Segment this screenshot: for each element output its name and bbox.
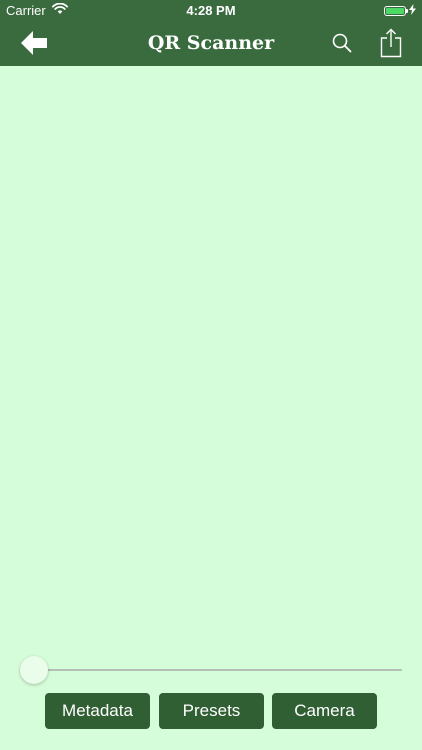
search-icon	[332, 33, 352, 53]
scanner-view[interactable]	[0, 66, 422, 750]
battery-fill	[386, 7, 404, 14]
status-time: 4:28 PM	[186, 3, 236, 18]
battery-cap	[406, 8, 408, 13]
share-icon	[380, 28, 402, 58]
slider-thumb[interactable]	[20, 656, 48, 684]
status-right	[384, 3, 416, 18]
camera-button[interactable]: Camera	[272, 693, 377, 729]
presets-button[interactable]: Presets	[159, 693, 264, 729]
bottom-toolbar: Metadata Presets Camera	[0, 693, 422, 729]
status-bar: Carrier 4:28 PM	[0, 0, 422, 20]
share-button[interactable]	[374, 24, 408, 62]
metadata-button[interactable]: Metadata	[45, 693, 150, 729]
search-button[interactable]	[326, 28, 358, 58]
slider-track[interactable]	[34, 669, 402, 671]
navigation-bar: QR Scanner	[0, 20, 422, 66]
battery-icon	[384, 5, 408, 16]
zoom-slider[interactable]	[20, 656, 402, 684]
charging-icon	[409, 3, 416, 18]
page-title: QR Scanner	[147, 32, 275, 54]
